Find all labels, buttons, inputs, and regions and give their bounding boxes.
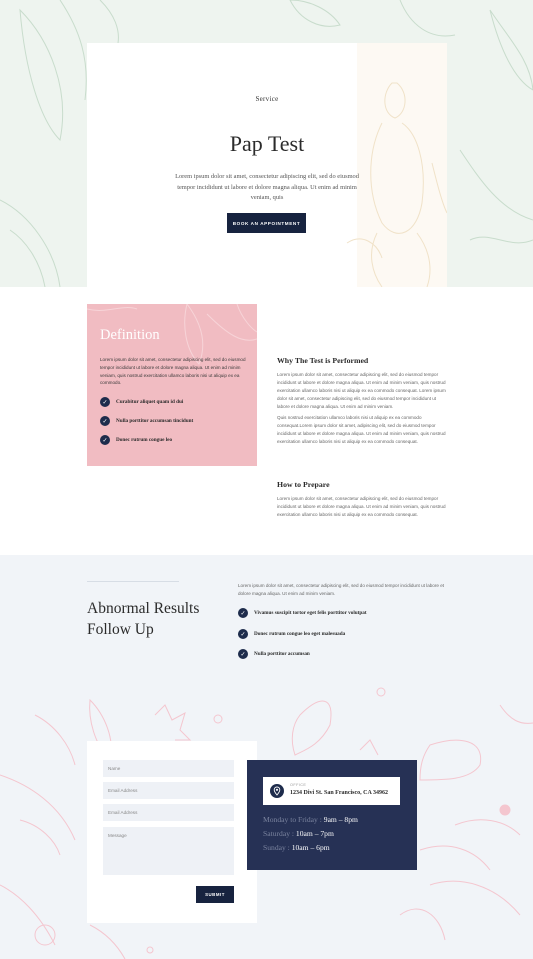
definition-check-item: ✓ Nulla porttitor accumsan tincidunt (100, 416, 193, 426)
book-appointment-button[interactable]: BOOK AN APPOINTMENT (227, 213, 306, 233)
figure-illustration (346, 43, 447, 287)
check-icon: ✓ (100, 416, 110, 426)
email-confirm-field[interactable]: Email Address (103, 804, 234, 821)
definition-check-item: ✓ Curabitur aliquet quam id dui (100, 397, 183, 407)
hours-row: Sunday : 10am – 6pm (263, 843, 330, 852)
office-info-card: OFFICE 1234 Divi St. San Francisco, CA 3… (247, 760, 417, 870)
prepare-heading: How to Prepare (277, 480, 330, 489)
hero-description: Lorem ipsum dolor sit amet, consectetur … (175, 173, 359, 202)
prepare-section: How to Prepare Lorem ipsum dolor sit ame… (277, 480, 447, 519)
definition-card: Definition Lorem ipsum dolor sit amet, c… (87, 304, 257, 466)
check-label: Curabitur aliquet quam id dui (116, 399, 184, 405)
check-icon: ✓ (238, 649, 248, 659)
check-label: Donec rutrum congue leo (116, 437, 173, 443)
definition-title: Definition (100, 327, 160, 343)
section-divider (87, 581, 179, 582)
why-heading: Why The Test is Performed (277, 356, 369, 365)
name-field[interactable]: Name (103, 760, 234, 777)
abnormal-results-section: Abnormal Results Follow Up Lorem ipsum d… (0, 555, 533, 959)
abnormal-check-item: ✓ Donec rutrum congue leo eget malesuada (238, 629, 345, 639)
office-address-box: OFFICE 1234 Divi St. San Francisco, CA 3… (263, 777, 400, 805)
hero-section: Service Pap Test Lorem ipsum dolor sit a… (0, 0, 533, 287)
check-label: Vivamus suscipit tortor eget felis portt… (254, 610, 367, 616)
location-pin-icon (270, 784, 284, 798)
hours-row: Monday to Friday : 9am – 8pm (263, 815, 358, 824)
check-icon: ✓ (238, 608, 248, 618)
hours-row: Saturday : 10am – 7pm (263, 829, 334, 838)
office-address: 1234 Divi St. San Francisco, CA 34962 (290, 790, 389, 796)
abnormal-results-text: Lorem ipsum dolor sit amet, consectetur … (238, 583, 445, 596)
abnormal-check-item: ✓ Vivamus suscipit tortor eget felis por… (238, 608, 367, 618)
prepare-paragraph: Lorem ipsum dolor sit amet, consectetur … (277, 496, 446, 517)
abnormal-results-title: Abnormal Results Follow Up (87, 600, 200, 638)
hours-days: Monday to Friday : (263, 815, 322, 824)
abnormal-check-item: ✓ Nulla porttitor accumsan (238, 649, 310, 659)
hero-card: Service Pap Test Lorem ipsum dolor sit a… (87, 43, 447, 287)
check-label: Donec rutrum congue leo eget malesuada (254, 631, 346, 637)
hours-days: Sunday : (263, 843, 290, 852)
definition-text: Lorem ipsum dolor sit amet, consectetur … (100, 357, 246, 386)
page-title: Pap Test (229, 131, 305, 156)
why-section: Why The Test is Performed Lorem ipsum do… (277, 356, 447, 446)
check-label: Nulla porttitor accumsan (254, 651, 310, 657)
office-label: OFFICE (290, 783, 307, 787)
service-eyebrow: Service (255, 95, 279, 103)
hours-time: 10am – 6pm (291, 843, 330, 852)
why-paragraph-1: Lorem ipsum dolor sit amet, consectetur … (277, 372, 446, 409)
hours-time: 10am – 7pm (295, 829, 334, 838)
contact-form: Name Email Address Email Address Message… (87, 741, 257, 923)
check-label: Nulla porttitor accumsan tincidunt (116, 418, 194, 424)
hours-days: Saturday : (263, 829, 295, 838)
hours-time: 9am – 8pm (323, 815, 358, 824)
message-field[interactable]: Message (103, 827, 234, 875)
check-icon: ✓ (100, 435, 110, 445)
definition-check-item: ✓ Donec rutrum congue leo (100, 435, 172, 445)
check-icon: ✓ (100, 397, 110, 407)
submit-button[interactable]: SUBMIT (196, 886, 234, 903)
check-icon: ✓ (238, 629, 248, 639)
email-field[interactable]: Email Address (103, 782, 234, 799)
why-paragraph-2: Quis nostrud exercitation ullamco labori… (277, 415, 446, 445)
